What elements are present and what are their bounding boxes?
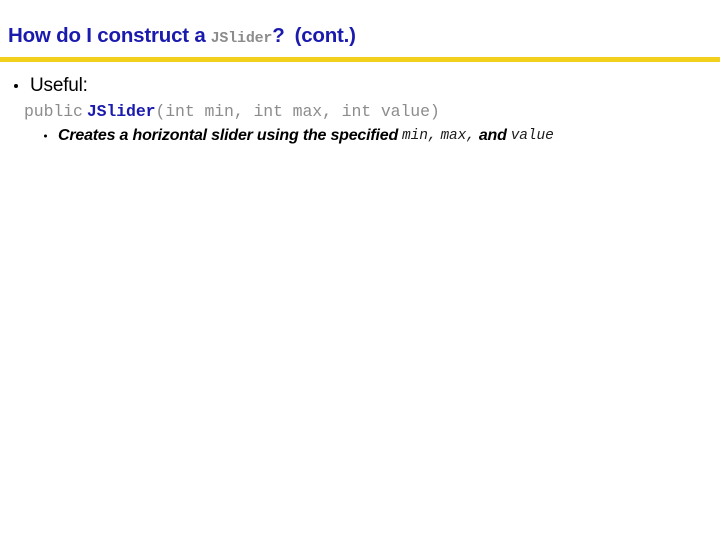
code-modifier: public xyxy=(24,102,83,121)
bullet-label-useful: Useful: xyxy=(30,74,88,96)
subbullet-text-and: and xyxy=(478,127,507,144)
subbullet-marker-icon xyxy=(44,134,47,138)
page-title: How do I construct a JSlider ? (cont.) xyxy=(8,24,712,54)
bullet-marker-icon xyxy=(14,83,18,88)
code-signature-line: public JSlider (int min, int max, int va… xyxy=(0,99,720,124)
subbullet-code-min: min, xyxy=(402,128,437,144)
title-text-cont: (cont.) xyxy=(294,24,356,47)
code-classname-jslider: JSlider xyxy=(86,102,156,121)
title-code-jslider: JSlider xyxy=(210,30,273,47)
gold-divider xyxy=(0,57,720,62)
subbullet-code-value: value xyxy=(510,128,554,144)
slide: How do I construct a JSlider ? (cont.) U… xyxy=(0,0,720,540)
subbullet-code-max: max, xyxy=(440,128,475,144)
slide-body: Useful: public JSlider (int min, int max… xyxy=(0,72,720,148)
subbullet-text-a: Creates a horizontal slider using the sp… xyxy=(58,127,399,144)
subbullet-item-description: Creates a horizontal slider using the sp… xyxy=(0,124,720,148)
title-text-part1: How do I construct a xyxy=(8,24,206,47)
code-parameters: (int min, int max, int value) xyxy=(155,102,440,121)
title-text-part2: ? xyxy=(272,24,285,47)
bullet-item-useful: Useful: xyxy=(0,72,720,99)
